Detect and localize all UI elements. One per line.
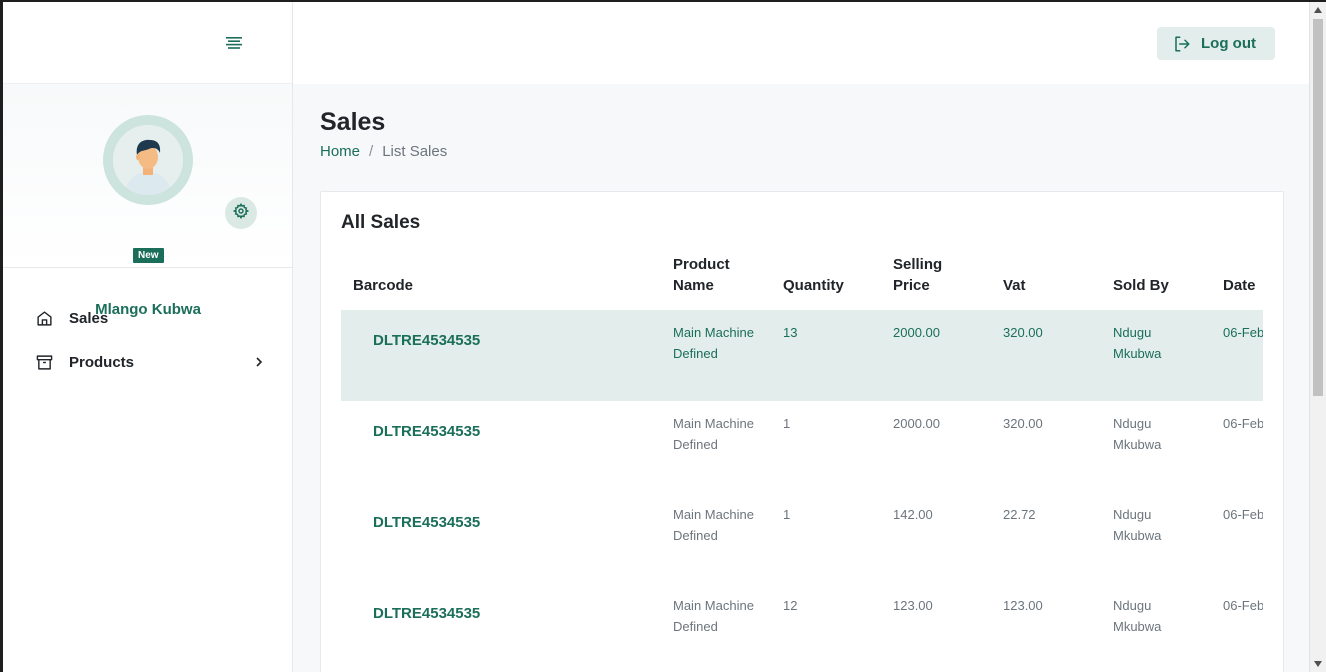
- cell-quantity: 13: [771, 310, 881, 401]
- cell-product-name: Main Machine Defined: [661, 310, 771, 401]
- sidebar-item-label: Products: [69, 353, 135, 371]
- logout-icon: [1175, 36, 1190, 51]
- cell-vat: 320.00: [1003, 416, 1043, 431]
- sales-table: Barcode Product Name Quantity Selling Pr…: [341, 254, 1263, 672]
- cell-sold-by: Ndugu Mkubwa: [1113, 416, 1162, 452]
- column-header-quantity[interactable]: Quantity: [771, 254, 881, 310]
- cell-barcode[interactable]: DLTRE4534535: [341, 492, 661, 583]
- avatar[interactable]: [103, 115, 193, 205]
- column-header-vat[interactable]: Vat: [991, 254, 1101, 310]
- cell-barcode[interactable]: DLTRE4534535: [341, 583, 661, 672]
- cell-vat: 320.00: [991, 310, 1101, 401]
- cell-vat: 123.00: [1003, 598, 1043, 613]
- breadcrumb-separator: /: [369, 143, 374, 160]
- cell-date: 06-Feb 19:17: [1223, 416, 1263, 431]
- table-row[interactable]: DLTRE4534535 Main Machine Defined 1 2000…: [341, 401, 1263, 492]
- cell-vat: 22.72: [1003, 507, 1036, 522]
- column-header-sold-by[interactable]: Sold By: [1101, 254, 1211, 310]
- archive-icon: [36, 353, 54, 371]
- cell-barcode[interactable]: DLTRE4534535: [341, 401, 661, 492]
- sales-table-container: Barcode Product Name Quantity Selling Pr…: [341, 254, 1263, 672]
- card-title: All Sales: [341, 212, 421, 233]
- column-header-selling-price[interactable]: Selling Price: [881, 254, 991, 310]
- table-row[interactable]: DLTRE4534535 Main Machine Defined 12 123…: [341, 583, 1263, 672]
- sidebar-item-products[interactable]: Products: [3, 340, 292, 384]
- cell-quantity: 1: [783, 507, 791, 522]
- table-row[interactable]: DLTRE4534535 Main Machine Defined 13 200…: [341, 310, 1263, 401]
- column-header-barcode[interactable]: Barcode: [341, 254, 661, 310]
- breadcrumb-home[interactable]: Home: [320, 143, 360, 160]
- scroll-down-icon[interactable]: [1313, 659, 1323, 669]
- new-badge: New: [131, 246, 166, 265]
- sidebar: New Mlango Kubwa Sales Products: [3, 2, 293, 672]
- breadcrumb-current: List Sales: [382, 143, 448, 160]
- page-scrollbar[interactable]: [1309, 2, 1326, 672]
- cell-product-name: Main Machine Defined: [673, 598, 754, 634]
- menu-toggle-icon[interactable]: [223, 32, 245, 54]
- cell-quantity: 1: [783, 416, 791, 431]
- top-header: Log out: [293, 2, 1309, 84]
- cell-product-name: Main Machine Defined: [673, 507, 754, 543]
- sales-card: All Sales Barcode Product Name Quantity …: [320, 191, 1284, 672]
- settings-button[interactable]: [225, 197, 257, 229]
- sidebar-header: [3, 2, 292, 84]
- gear-icon: [232, 202, 250, 224]
- profile-section: New Mlango Kubwa: [3, 84, 292, 318]
- scrollbar-thumb[interactable]: [1313, 19, 1323, 396]
- cell-selling-price: 123.00: [893, 598, 933, 613]
- cell-barcode[interactable]: DLTRE4534535: [341, 310, 661, 401]
- cell-date: 06-Feb 19:17: [1223, 507, 1263, 522]
- cell-sold-by: Ndugu Mkubwa: [1101, 310, 1211, 401]
- sidebar-nav: Sales Products: [3, 268, 292, 384]
- table-header-row: Barcode Product Name Quantity Selling Pr…: [341, 254, 1263, 310]
- cell-sold-by: Ndugu Mkubwa: [1113, 507, 1162, 543]
- column-header-date[interactable]: Date: [1211, 254, 1263, 310]
- cell-sold-by: Ndugu Mkubwa: [1113, 598, 1162, 634]
- profile-name[interactable]: Mlango Kubwa: [3, 301, 293, 318]
- cell-selling-price: 142.00: [893, 507, 933, 522]
- logout-button[interactable]: Log out: [1157, 27, 1275, 60]
- page-title: Sales: [320, 108, 386, 136]
- cell-selling-price: 2000.00: [893, 416, 940, 431]
- chevron-right-icon: [254, 354, 264, 371]
- column-header-product-name[interactable]: Product Name: [661, 254, 771, 310]
- cell-date: 06-Feb 19:16: [1211, 310, 1263, 401]
- cell-date: 06-Feb 19:53: [1223, 598, 1263, 613]
- main-content: Sales Home / List Sales All Sales Barcod…: [293, 84, 1309, 672]
- breadcrumb: Home / List Sales: [320, 143, 447, 160]
- cell-product-name: Main Machine Defined: [673, 416, 754, 452]
- table-row[interactable]: DLTRE4534535 Main Machine Defined 1 142.…: [341, 492, 1263, 583]
- cell-selling-price: 2000.00: [881, 310, 991, 401]
- cell-quantity: 12: [783, 598, 798, 613]
- scroll-up-icon[interactable]: [1313, 5, 1323, 15]
- logout-label: Log out: [1201, 35, 1256, 52]
